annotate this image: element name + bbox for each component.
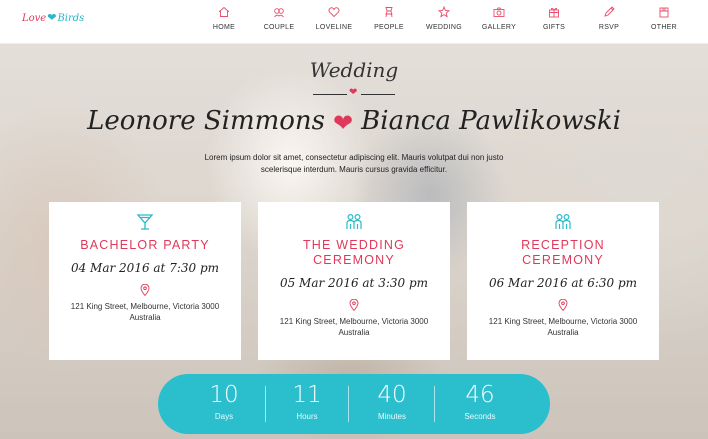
nav-other-label: OTHER bbox=[651, 24, 677, 31]
event-title: RECEPTION CEREMONY bbox=[521, 238, 605, 267]
pen-icon bbox=[579, 6, 639, 20]
intro-text: Lorem ipsum dolor sit amet, consectetur … bbox=[204, 153, 504, 174]
logo-heart-icon: ❤ bbox=[47, 11, 57, 24]
box-icon bbox=[634, 6, 694, 20]
event-title: THE WEDDING CEREMONY bbox=[302, 238, 406, 267]
site-logo[interactable]: Love❤Birds bbox=[22, 11, 84, 24]
nav-gifts[interactable]: GIFTS bbox=[524, 6, 584, 31]
event-address: 121 King Street, Melbourne, Victoria 300… bbox=[70, 302, 220, 322]
countdown-timer: 10 Days 11 Hours 40 Minutes 46 Seconds bbox=[158, 374, 550, 434]
logo-word-love: Love bbox=[22, 13, 47, 24]
partner-name-2: Bianca Pawlikowski bbox=[361, 106, 621, 136]
people-icon bbox=[359, 6, 419, 20]
event-date: 04 Mar 2016 at 7:30 pm bbox=[70, 261, 220, 275]
event-address: 121 King Street, Melbourne, Victoria 300… bbox=[279, 317, 429, 337]
hero-subtitle: Wedding bbox=[309, 58, 399, 82]
countdown-label: Seconds bbox=[464, 412, 496, 421]
nav-gifts-label: GIFTS bbox=[542, 24, 566, 31]
event-title: BACHELOR PARTY bbox=[80, 238, 210, 252]
couple-names: Leonore Simmons ❤ Bianca Pawlikowski bbox=[0, 106, 708, 137]
heart-icon bbox=[304, 6, 364, 20]
nav-gallery[interactable]: GALLERY bbox=[469, 6, 529, 31]
home-icon bbox=[194, 6, 254, 20]
nav-rsvp-label: RSVP bbox=[598, 24, 620, 31]
countdown-label: Minutes bbox=[377, 412, 406, 421]
nav-home-label: HOME bbox=[212, 24, 236, 31]
countdown-label: Days bbox=[214, 412, 234, 421]
names-heart-icon: ❤ bbox=[333, 109, 354, 137]
cocktail-icon bbox=[135, 212, 155, 232]
countdown-minutes: 40 Minutes bbox=[349, 382, 435, 421]
gift-icon bbox=[524, 6, 584, 20]
top-navbar: Love❤Birds HOME COUPLE LOVELINE PEOPLE W… bbox=[0, 0, 708, 44]
divider-heart-icon: ❤ bbox=[349, 87, 358, 98]
nav-rsvp[interactable]: RSVP bbox=[579, 6, 639, 31]
nav-couple[interactable]: COUPLE bbox=[249, 6, 309, 31]
event-card-reception-ceremony: RECEPTION CEREMONY 06 Mar 2016 at 6:30 p… bbox=[467, 202, 659, 360]
event-address: 121 King Street, Melbourne, Victoria 300… bbox=[488, 317, 638, 337]
countdown-seconds: 46 Seconds bbox=[437, 382, 523, 421]
nav-other[interactable]: OTHER bbox=[634, 6, 694, 31]
nav-couple-label: COUPLE bbox=[263, 24, 295, 31]
countdown-label: Hours bbox=[296, 412, 318, 421]
subtitle-divider: ❤ bbox=[313, 87, 395, 100]
event-card-wedding-ceremony: THE WEDDING CEREMONY 05 Mar 2016 at 3:30… bbox=[258, 202, 450, 360]
logo-word-birds: Birds bbox=[57, 13, 85, 24]
hero-section: Wedding ❤ Leonore Simmons ❤ Bianca Pawliko… bbox=[0, 44, 708, 439]
location-pin-icon bbox=[349, 298, 359, 312]
couple-icon bbox=[249, 6, 309, 20]
partner-name-1: Leonore Simmons bbox=[87, 106, 326, 136]
couple-figures-icon bbox=[344, 212, 364, 232]
star-icon bbox=[414, 5, 474, 20]
countdown-value: 40 bbox=[377, 382, 407, 408]
event-card-bachelor-party: BACHELOR PARTY 04 Mar 2016 at 7:30 pm 12… bbox=[49, 202, 241, 360]
nav-loveline-label: LOVELINE bbox=[315, 24, 353, 31]
nav-people-label: PEOPLE bbox=[374, 24, 404, 31]
nav-gallery-label: GALLERY bbox=[481, 24, 517, 31]
countdown-value: 10 bbox=[209, 382, 239, 408]
countdown-hours: 11 Hours bbox=[264, 382, 350, 421]
countdown-value: 11 bbox=[292, 382, 322, 408]
camera-icon bbox=[469, 6, 529, 20]
countdown-days: 10 Days bbox=[181, 382, 267, 421]
couple-figures-icon bbox=[553, 212, 573, 232]
nav-loveline[interactable]: LOVELINE bbox=[304, 6, 364, 31]
nav-home[interactable]: HOME bbox=[194, 6, 254, 31]
event-date: 05 Mar 2016 at 3:30 pm bbox=[279, 276, 429, 290]
countdown-value: 46 bbox=[465, 382, 495, 408]
location-pin-icon bbox=[140, 283, 150, 297]
location-pin-icon bbox=[558, 298, 568, 312]
nav-wedding[interactable]: WEDDING bbox=[414, 5, 474, 31]
event-date: 06 Mar 2016 at 6:30 pm bbox=[488, 276, 638, 290]
nav-people[interactable]: PEOPLE bbox=[359, 6, 419, 31]
nav-wedding-label: WEDDING bbox=[426, 24, 462, 31]
countdown-divider bbox=[434, 386, 435, 422]
